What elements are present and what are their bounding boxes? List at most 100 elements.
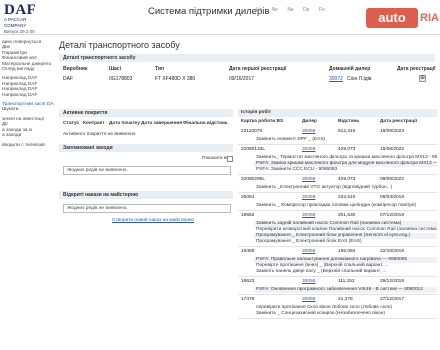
col-type: Тип — [155, 66, 164, 72]
show-all-checkbox[interactable] — [227, 156, 233, 162]
row-separator — [238, 318, 437, 319]
history-dealer-link[interactable]: 30058 — [302, 147, 315, 152]
col-date: Дата реєстрації — [380, 119, 417, 124]
history-distance: 232,510 — [338, 195, 356, 200]
history-distance: 512,316 — [338, 129, 356, 134]
row-separator — [238, 174, 437, 175]
history-work-description: Перевірте протікання (вниз) _ (Верхній с… — [256, 263, 389, 268]
version-label: Випуск 29.2.00 — [4, 29, 35, 34]
expand-button[interactable]: ⊞ — [419, 75, 426, 82]
sidebar-item[interactable]: Огляд вигляду — [0, 67, 54, 72]
type-value: FT XF480D X 380 — [155, 76, 196, 82]
history-work-description: Програмування _ Електронний блок EAS (EA… — [256, 239, 362, 244]
history-distance: 111,152 — [338, 279, 355, 284]
first-reg-value: 09/16/2017 — [229, 76, 255, 82]
history-card-number: 18623 — [241, 279, 255, 284]
open-work-section-header: Відкриті накази на майстерню — [59, 191, 233, 199]
history-work-description: PSFA: Замінити CCC ECU - 9086083 — [256, 167, 338, 172]
col-card: Картка роботи BS — [241, 119, 284, 124]
row-separator — [238, 192, 437, 193]
chassis-value: 0G178803 — [109, 76, 133, 82]
app-title: Система підтримки дилерів — [148, 6, 270, 17]
vehicle-section-header: Деталі транспортного засобу — [59, 54, 435, 62]
history-work-description: Замінить елемент DPF _ (EAS) — [256, 137, 326, 142]
history-dealer-link[interactable]: 30058 — [302, 129, 315, 134]
tool-link[interactable]: Us — [256, 7, 262, 13]
sidebar-group: вводити с телевізій — [0, 143, 54, 148]
history-work-description: PSFA: Правильне налаштування допоміжного… — [254, 257, 437, 263]
coverage-section-header: Активне покриття — [59, 109, 233, 117]
col-chassis: Шасі — [109, 66, 121, 72]
history-card-number: 22080296L — [241, 177, 266, 182]
tool-link[interactable]: Ne — [287, 7, 293, 13]
logo-text: DAF — [4, 2, 37, 18]
history-distance: 195,084 — [338, 249, 356, 254]
history-date: 27/12/2017 — [380, 297, 405, 302]
open-work-empty-box: Жодних рядів не виявлено. — [63, 204, 231, 213]
history-work-description: перевірити протікання Скло вікон Лобове … — [256, 305, 392, 310]
history-distance: 429,073 — [338, 177, 356, 182]
history-dealer-link[interactable]: 30058 — [302, 177, 315, 182]
history-section-header: Історія робіт — [238, 109, 437, 117]
history-work-description: PSFA: Оновлення програмного забезпечення… — [254, 287, 437, 293]
history-work-description: Замінить _ Сонцезахисний козирок (Незабе… — [256, 311, 385, 316]
row-separator — [238, 210, 437, 211]
sidebar-item[interactable]: Наприклад DAF — [0, 93, 54, 98]
history-card-number: 22080133L — [241, 147, 266, 152]
col-contract: Контракт — [83, 121, 105, 126]
history-date: 22/10/2019 — [380, 249, 405, 254]
history-dealer-link[interactable]: 30058 — [302, 249, 315, 254]
tool-link[interactable]: Ne — [272, 7, 278, 13]
planned-section-header: Заплановані заходи — [59, 144, 233, 152]
daf-logo[interactable]: DAF A PACCAR COMPANY Випуск 29.2.00 — [4, 3, 48, 35]
planned-empty-box: Жодних рядів не виявлено. — [63, 166, 231, 175]
history-dealer-link[interactable]: 30058 — [302, 279, 315, 284]
history-work-description: Замініть панель двері пасу _ (Верхній сп… — [256, 269, 387, 274]
coverage-empty-text: Активного покриття не виявлено — [63, 132, 136, 137]
app-header: DAF A PACCAR COMPANY Випуск 29.2.00 Сист… — [0, 0, 440, 35]
col-end: Дата завершення — [141, 121, 183, 126]
main-content: Деталі транспортного засобу Деталі транс… — [57, 36, 440, 350]
col-dealer: Дилер — [302, 119, 317, 124]
history-work-description: Замінить_ Термостат масляного фільтра та… — [256, 155, 437, 160]
sidebar-group: Транспортний засіб DAF Шукати — [0, 102, 54, 113]
sidebar-nav: арію повернуться Дім Параметри Фінансовий з… — [0, 36, 54, 350]
history-date: 07/12/2019 — [380, 213, 405, 218]
col-reg-date: Дата реєстрації — [397, 66, 436, 72]
history-distance: 21,278 — [338, 297, 353, 302]
sidebar-item[interactable]: а заходи — [0, 133, 54, 138]
tool-link[interactable]: Fo — [319, 7, 325, 13]
history-card-number: 19459 — [241, 249, 255, 254]
col-final-distance: Фінальна відстань — [183, 121, 228, 126]
history-date: 18/08/2023 — [380, 129, 405, 134]
create-work-order-link[interactable]: Створити новий наказ на майстерню — [112, 218, 194, 223]
history-card-number: 26084 — [241, 195, 255, 200]
watermark-logo: auto — [366, 8, 418, 28]
history-card-number: 23110079 — [241, 129, 262, 134]
dealer-code-link[interactable]: 30072 — [329, 76, 343, 82]
history-distance: 429,073 — [338, 147, 356, 152]
history-work-description: Перевірити незворотний клапан Паливний н… — [256, 227, 437, 232]
sidebar-group: арію повернуться Дім Параметри Фінансовий з… — [0, 40, 54, 72]
sidebar-group: зення на інвестиції Дії а заходи за хі а за… — [0, 117, 54, 139]
history-card-number: 19562 — [241, 213, 255, 218]
history-dealer-link[interactable]: 30058 — [302, 297, 315, 302]
sidebar-item[interactable]: вводити с телевізій — [0, 143, 54, 148]
row-separator — [238, 276, 437, 277]
dealer-name-value: Сіон Л.Ідів — [347, 76, 372, 82]
history-date: 09/08/2022 — [380, 177, 405, 182]
maker-value: DAF — [63, 76, 73, 82]
history-date: 08/03/2019 — [380, 195, 405, 200]
history-dealer-link[interactable]: 30058 — [302, 213, 315, 218]
history-distance: 201,530 — [338, 213, 356, 218]
tool-link[interactable]: De — [303, 7, 309, 13]
page-title: Деталі транспортного засобу — [59, 40, 180, 50]
history-work-description: Замінить _Електронний VTG актуатор (відп… — [256, 185, 393, 190]
row-separator — [238, 294, 437, 295]
watermark-ria: RIA — [420, 12, 439, 24]
history-dealer-link[interactable]: 30058 — [302, 195, 315, 200]
history-work-description: Замінить задній паливний насос Common Ra… — [254, 221, 437, 227]
work-history-panel: Історія робіт Картка роботи BS Дилер Від… — [238, 109, 437, 350]
sidebar-item[interactable]: Шукати — [0, 107, 54, 112]
row-separator — [238, 144, 437, 145]
